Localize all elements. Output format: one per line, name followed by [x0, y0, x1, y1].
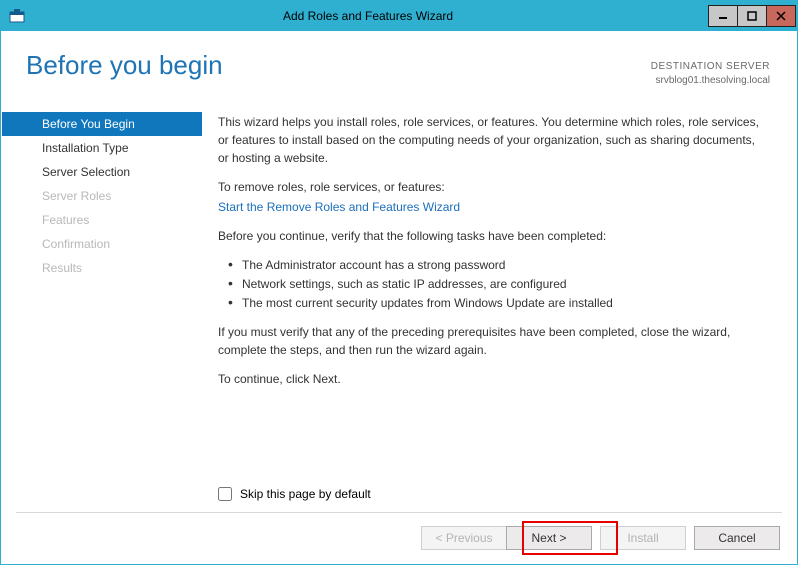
step-server-roles: Server Roles — [2, 184, 202, 208]
wizard-window: Add Roles and Features Wizard Before you… — [0, 0, 798, 565]
prereq-list: The Administrator account has a strong p… — [218, 256, 766, 312]
window-controls — [709, 5, 796, 27]
step-features: Features — [2, 208, 202, 232]
footer-buttons: < Previous Next > Install Cancel — [2, 513, 796, 563]
prereq-item: The most current security updates from W… — [232, 294, 766, 312]
app-icon — [7, 6, 27, 26]
skip-label: Skip this page by default — [240, 487, 371, 501]
previous-button: < Previous — [421, 526, 507, 550]
window-title: Add Roles and Features Wizard — [27, 9, 709, 23]
wizard-body: Before you begin DESTINATION SERVER srvb… — [2, 32, 796, 563]
step-before-you-begin[interactable]: Before You Begin — [2, 112, 202, 136]
close-button[interactable] — [766, 5, 796, 27]
main-panel: This wizard helps you install roles, rol… — [202, 108, 796, 507]
skip-checkbox[interactable] — [218, 487, 232, 501]
step-installation-type[interactable]: Installation Type — [2, 136, 202, 160]
verify-label: Before you continue, verify that the fol… — [218, 227, 766, 245]
remove-wizard-link[interactable]: Start the Remove Roles and Features Wiza… — [218, 200, 460, 214]
minimize-button[interactable] — [708, 5, 738, 27]
titlebar: Add Roles and Features Wizard — [1, 1, 797, 31]
continue-note: To continue, click Next. — [218, 370, 766, 388]
destination-server-block: DESTINATION SERVER srvblog01.thesolving.… — [651, 60, 770, 87]
skip-page-row: Skip this page by default — [218, 487, 371, 501]
nav-button-group: < Previous Next > — [421, 526, 592, 550]
prereq-item: Network settings, such as static IP addr… — [232, 275, 766, 293]
content-area: Before You Begin Installation Type Serve… — [2, 108, 796, 507]
remove-label: To remove roles, role services, or featu… — [218, 178, 766, 196]
intro-paragraph: This wizard helps you install roles, rol… — [218, 113, 766, 167]
install-button: Install — [600, 526, 686, 550]
step-results: Results — [2, 256, 202, 280]
destination-label: DESTINATION SERVER — [651, 60, 770, 74]
prereq-item: The Administrator account has a strong p… — [232, 256, 766, 274]
step-server-selection[interactable]: Server Selection — [2, 160, 202, 184]
step-confirmation: Confirmation — [2, 232, 202, 256]
steps-sidebar: Before You Begin Installation Type Serve… — [2, 108, 202, 507]
page-header: Before you begin DESTINATION SERVER srvb… — [2, 32, 796, 102]
maximize-button[interactable] — [737, 5, 767, 27]
verify-note: If you must verify that any of the prece… — [218, 323, 766, 359]
destination-server: srvblog01.thesolving.local — [651, 74, 770, 88]
next-button[interactable]: Next > — [506, 526, 592, 550]
cancel-button[interactable]: Cancel — [694, 526, 780, 550]
